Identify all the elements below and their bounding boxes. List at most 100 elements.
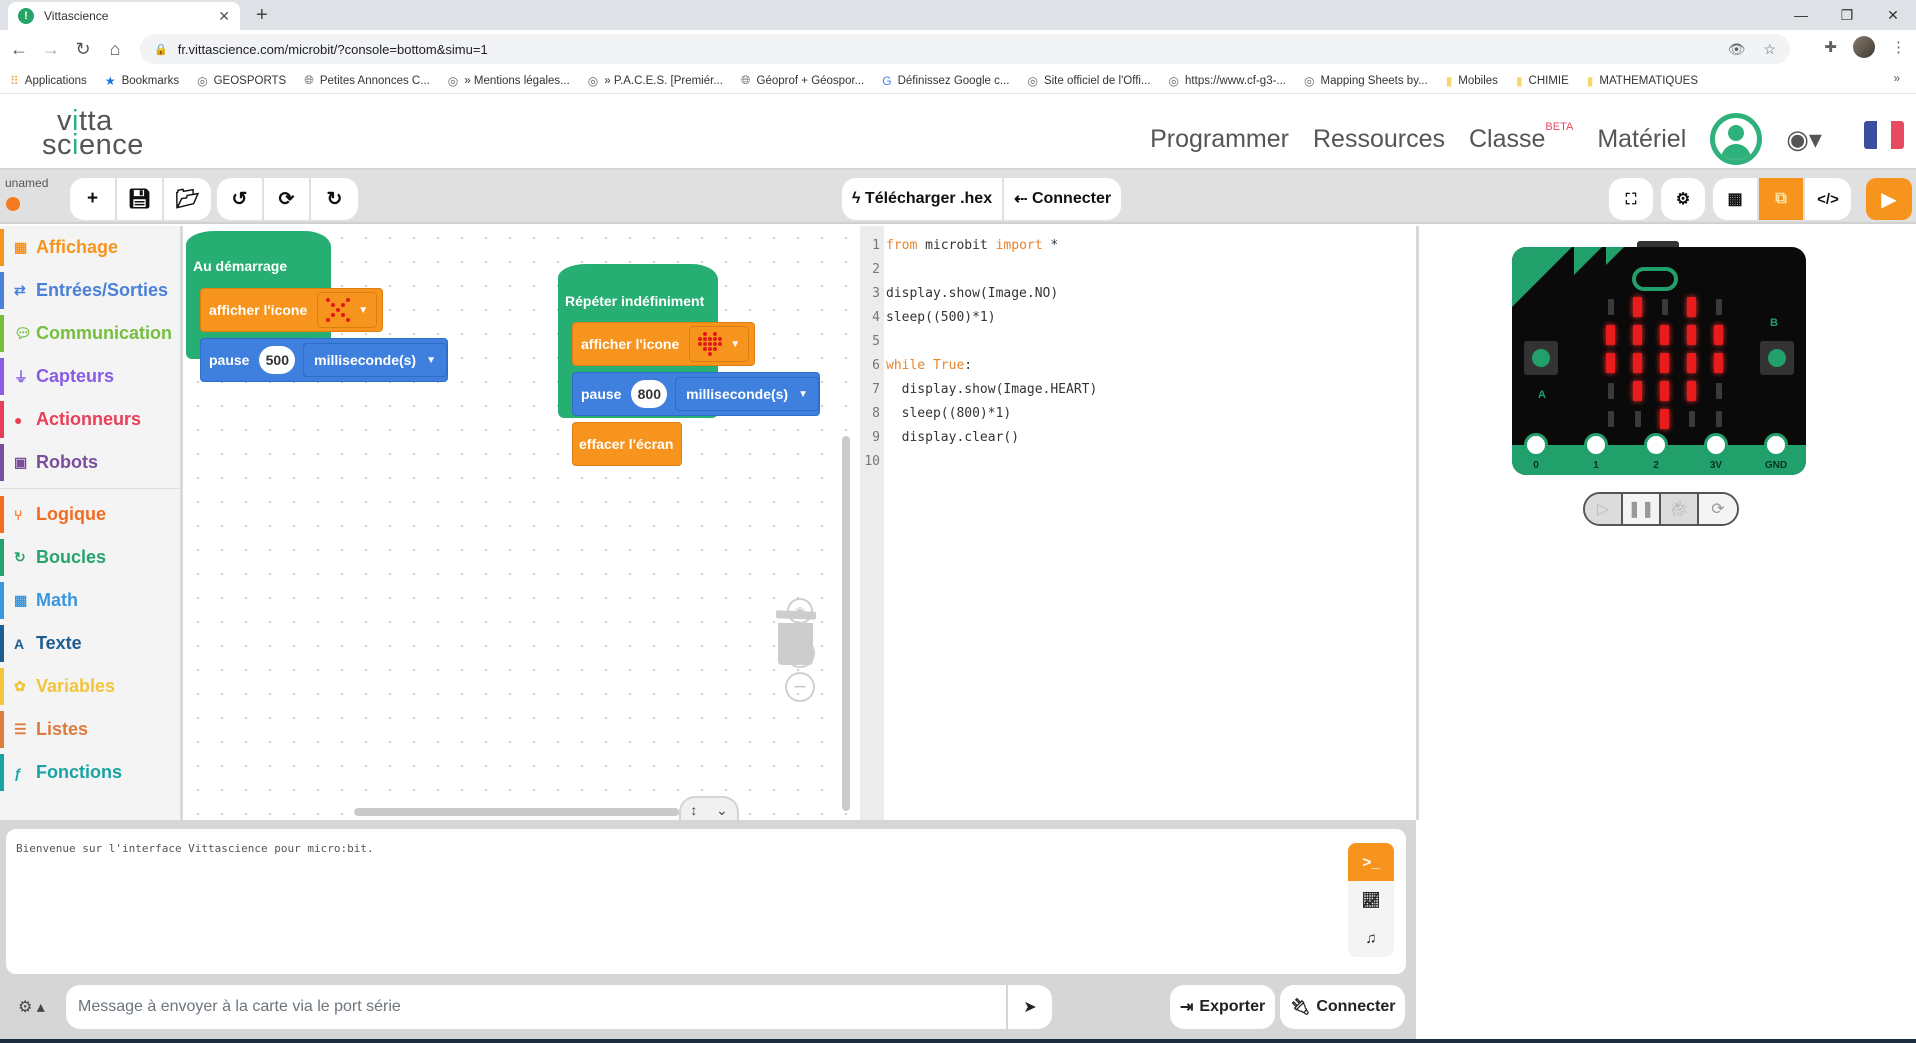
code-line[interactable]: 10 <box>860 454 886 478</box>
show-icon-block-no[interactable]: afficher l'icone ▼ <box>200 288 383 332</box>
code-line[interactable]: 2 <box>860 262 886 286</box>
bookmark-item[interactable]: ◎ Mapping Sheets by... <box>1304 74 1428 88</box>
redo-button[interactable]: ↻ <box>311 178 358 220</box>
close-window-icon[interactable]: ✕ <box>1870 0 1916 30</box>
accessibility-eye-icon[interactable]: ◉▾ <box>1786 124 1822 155</box>
bookmark-item[interactable]: ★ Bookmarks <box>105 74 179 88</box>
new-project-button[interactable]: + <box>70 178 117 220</box>
send-message-icon[interactable]: ➤ <box>1008 985 1052 1029</box>
clear-screen-block[interactable]: effacer l'écran <box>572 422 682 466</box>
project-name[interactable]: unamed <box>5 176 48 190</box>
bookmark-item[interactable]: 🌐︎ Géoprof + Géospor... <box>741 73 864 88</box>
pause-value-input[interactable]: 500 <box>259 346 296 374</box>
url-field[interactable]: 🔒 fr.vittascience.com/microbit/?console=… <box>140 34 1790 64</box>
nav-classe[interactable]: ClasseBETA <box>1469 121 1573 154</box>
bookmark-item[interactable]: ⠿ Applications <box>10 74 87 88</box>
category-boucles[interactable]: ↻ Boucles <box>0 536 180 579</box>
serial-message-input[interactable] <box>66 985 1006 1029</box>
back-icon[interactable]: ← <box>6 39 32 60</box>
button-b[interactable] <box>1760 341 1794 375</box>
bookmark-item[interactable]: ◎ https://www.cf-g3-... <box>1169 74 1286 88</box>
profile-avatar[interactable] <box>1853 36 1875 58</box>
collapse-chevron-icon[interactable]: ⌄ <box>716 802 728 819</box>
forward-icon[interactable]: → <box>38 39 64 60</box>
fullscreen-button[interactable]: ⛶ <box>1609 178 1653 220</box>
code-line[interactable]: 8 sleep((800)*1) <box>860 406 1011 430</box>
bookmark-item[interactable]: ▮ MATHEMATIQUES <box>1587 74 1698 88</box>
eye-off-icon[interactable]: 👁 <box>1728 41 1746 58</box>
bookmark-star-icon[interactable]: ☆ <box>1763 41 1776 58</box>
connect-usb-button[interactable]: ⇠ Connecter <box>1004 178 1121 220</box>
nav-ressources[interactable]: Ressources <box>1313 125 1445 154</box>
code-line[interactable]: 7 display.show(Image.HEART) <box>860 382 1097 406</box>
category-listes[interactable]: ☰ Listes <box>0 708 180 751</box>
code-line[interactable]: 6 while True: <box>860 358 972 382</box>
restore-icon[interactable]: ❐ <box>1824 0 1870 30</box>
category-logique[interactable]: ⑂ Logique <box>0 493 180 536</box>
zoom-out-icon[interactable]: − <box>785 672 815 702</box>
undo-button[interactable]: ↺ <box>217 178 264 220</box>
button-a[interactable] <box>1524 341 1558 375</box>
pause-unit-select[interactable]: milliseconde(s) ▼ <box>675 377 819 411</box>
pin-3v[interactable] <box>1704 433 1728 457</box>
open-folder-button[interactable]: 📂︎ <box>164 178 211 220</box>
resize-vertical-icon[interactable]: ↕ <box>690 802 697 818</box>
bookmark-item[interactable]: ◎ » Mentions légales... <box>448 74 570 88</box>
code-line[interactable]: 4 sleep((500)*1) <box>860 310 995 334</box>
category-math[interactable]: ▦ Math <box>0 579 180 622</box>
category-capteurs[interactable]: ⏚ Capteurs <box>0 355 180 398</box>
plotter-tab-icon[interactable]: 📈︎ <box>1348 881 1394 919</box>
console-settings-icon[interactable]: ⚙ ▴ <box>18 997 45 1017</box>
sim-pause-button[interactable]: ❚❚ <box>1623 494 1661 524</box>
blockly-workspace[interactable]: Au démarrage afficher l'icone ▼ pause 50… <box>186 226 850 820</box>
console-connect-button[interactable]: 🔌︎ Connecter <box>1280 985 1406 1029</box>
close-tab-icon[interactable]: ✕ <box>218 8 230 25</box>
sim-reset-button[interactable]: ⟳ <box>1699 494 1737 524</box>
browser-tab[interactable]: ! Vittascience ✕ <box>8 2 240 30</box>
pin-0[interactable] <box>1524 433 1548 457</box>
run-simulator-button[interactable]: ▶ <box>1866 178 1912 220</box>
bookmark-item[interactable]: ◎ » P.A.C.E.S. [Premiér... <box>588 74 723 88</box>
code-line[interactable]: 5 <box>860 334 886 358</box>
pause-block-500[interactable]: pause 500 milliseconde(s) ▼ <box>200 338 448 382</box>
microbit-logo-icon[interactable] <box>1632 267 1678 291</box>
category-affichage[interactable]: ▦ Affichage <box>0 226 180 269</box>
category-entressorties[interactable]: ⇄ Entrées/Sorties <box>0 269 180 312</box>
pin-2[interactable] <box>1644 433 1668 457</box>
trash-icon[interactable] <box>775 610 817 666</box>
code-line[interactable]: 9 display.clear() <box>860 430 1019 454</box>
python-code-editor[interactable]: 1 from microbit import * 2 3 display.show(Im… <box>860 226 1416 820</box>
reload-icon[interactable]: ↻ <box>70 39 96 60</box>
sim-debug-bug-button[interactable]: 🐞︎ <box>1661 494 1699 524</box>
language-flag-fr[interactable] <box>1864 121 1904 149</box>
icon-select-heart[interactable]: ▼ <box>689 326 750 362</box>
category-variables[interactable]: ✿ Variables <box>0 665 180 708</box>
code-line[interactable]: 1 from microbit import * <box>860 238 1058 262</box>
blocks-view-button[interactable]: ▦ <box>1713 178 1759 220</box>
pause-block-800[interactable]: pause 800 milliseconde(s) ▼ <box>572 372 820 416</box>
home-icon[interactable]: ⌂ <box>102 39 128 60</box>
bookmark-item[interactable]: G Définissez Google c... <box>882 74 1009 88</box>
pin-1[interactable] <box>1584 433 1608 457</box>
menu-icon[interactable]: ⋮ <box>1891 38 1906 56</box>
music-tab-icon[interactable]: ♫ <box>1348 919 1394 957</box>
bookmark-item[interactable]: ◎ Site officiel de l'Offi... <box>1027 74 1150 88</box>
icon-select-no[interactable]: ▼ <box>317 292 378 328</box>
category-fonctions[interactable]: ƒ Fonctions <box>0 751 180 794</box>
save-button[interactable]: 💾︎ <box>117 178 164 220</box>
bookmark-item[interactable]: 🌐︎ Petites Annonces C... <box>304 73 430 88</box>
workspace-horizontal-scrollbar[interactable] <box>354 808 679 816</box>
pin-gnd[interactable] <box>1764 433 1788 457</box>
vittascience-logo[interactable]: vitta science <box>42 107 144 160</box>
new-tab-button[interactable]: + <box>256 4 268 27</box>
export-button[interactable]: ⇥ Exporter <box>1170 985 1276 1029</box>
code-line[interactable]: 3 display.show(Image.NO) <box>860 286 1058 310</box>
pause-value-input[interactable]: 800 <box>631 380 668 408</box>
category-actionneurs[interactable]: ● Actionneurs <box>0 398 180 441</box>
console-resizer[interactable]: ↕ ⌄ <box>679 796 739 820</box>
nav-materiel[interactable]: Matériel <box>1597 125 1686 154</box>
terminal-tab-icon[interactable]: >_ <box>1348 843 1394 881</box>
category-communication[interactable]: 💬︎ Communication <box>0 312 180 355</box>
hybrid-view-button[interactable]: ⧉ <box>1759 178 1805 220</box>
minimize-icon[interactable]: — <box>1778 0 1824 30</box>
